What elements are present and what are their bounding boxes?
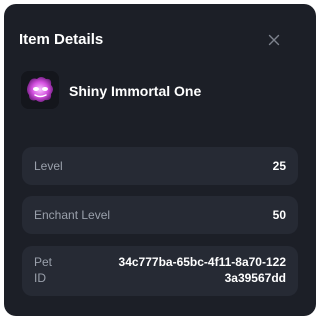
stat-level: Level 25 [22,147,298,185]
stat-value[interactable]: 34c777ba-65bc-4f11-8a70-1223a39567dd [116,254,286,286]
pet-icon [21,71,59,109]
stat-label: Enchant Level [34,208,111,222]
stat-value: 50 [272,208,286,222]
modal-header: Item Details [19,30,302,54]
stat-label: Level [34,159,63,173]
close-icon [268,34,280,46]
stat-value: 25 [272,159,286,173]
item-name: Shiny Immortal One [69,83,202,99]
stat-label: Pet ID [34,255,53,285]
item-summary: Shiny Immortal One [21,71,302,115]
close-button[interactable] [266,32,282,48]
stat-enchant-level: Enchant Level 50 [22,196,298,234]
modal-title: Item Details [19,31,104,48]
stat-pet-id: Pet ID 34c777ba-65bc-4f11-8a70-1223a3956… [22,246,298,296]
item-details-modal: Item Details Shiny Immortal One Level 25… [4,4,316,316]
